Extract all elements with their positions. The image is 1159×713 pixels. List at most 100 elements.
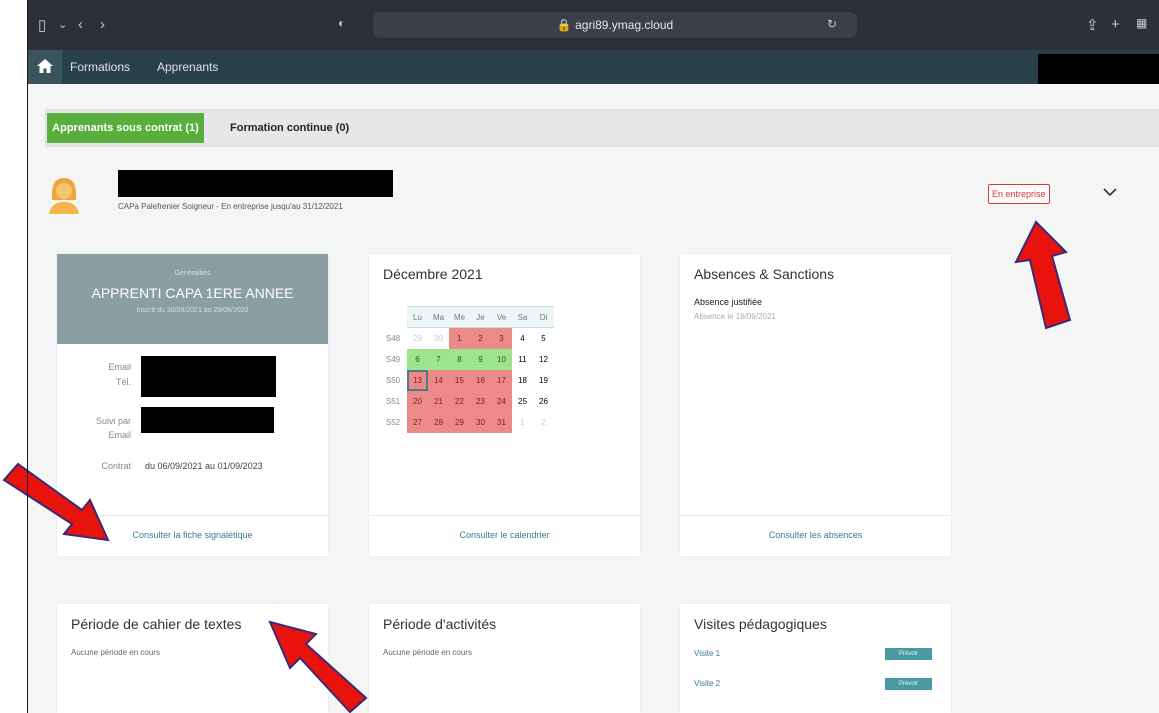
activites-title: Période d'activités <box>383 616 497 632</box>
generalites-header-dates: Inscrit du 30/09/2021 au 29/08/2022 <box>136 307 249 314</box>
visite-2-link[interactable]: Visite 2 <box>694 679 720 688</box>
redacted-suivi <box>141 407 274 433</box>
visite-1-prevoir-button[interactable]: Prévoir <box>885 648 932 660</box>
frame-border <box>27 0 28 713</box>
contrat-value: du 06/09/2021 au 01/09/2023 <box>145 461 263 471</box>
week-number: S50 <box>385 375 401 385</box>
calendar-day[interactable]: 3 <box>491 327 512 349</box>
new-tab-icon[interactable]: + <box>1111 16 1120 33</box>
calendar-day[interactable]: 18 <box>512 370 533 391</box>
calendar-day[interactable]: 23 <box>470 390 491 412</box>
suivi-label: Suivi par <box>95 416 131 426</box>
lock-icon: 🔒 <box>556 18 572 32</box>
day-header: Me <box>449 306 470 328</box>
day-header: Lu <box>407 306 428 328</box>
absence-item-date: Absence le 16/09/2021 <box>694 312 776 321</box>
calendar-day[interactable]: 6 <box>407 348 428 370</box>
home-button[interactable] <box>28 50 62 84</box>
calendar-week-row: S50 13 14 15 16 17 18 19 <box>379 369 554 391</box>
back-icon[interactable]: ‹ <box>78 16 83 33</box>
calendar-day[interactable]: 26 <box>533 391 554 412</box>
week-number: S51 <box>385 396 401 406</box>
calendar-day[interactable]: 13 <box>407 369 428 391</box>
calendar-day[interactable]: 17 <box>491 369 512 391</box>
calendar-day[interactable]: 29 <box>449 411 470 433</box>
tab-apprenants-sous-contrat[interactable]: Apprenants sous contrat (1) <box>47 113 204 143</box>
calendar-day[interactable]: 16 <box>470 369 491 391</box>
calendar-day[interactable]: 10 <box>491 348 512 370</box>
day-header: Je <box>470 306 491 328</box>
calendar-day[interactable]: 4 <box>512 328 533 349</box>
calendar-day[interactable]: 31 <box>491 411 512 433</box>
annotation-arrow-icon <box>2 462 110 542</box>
avatar <box>47 174 81 223</box>
reload-icon[interactable]: ↻ <box>827 17 837 31</box>
calendar-day[interactable]: 27 <box>407 411 428 433</box>
expand-button[interactable] <box>1103 184 1117 202</box>
nav-item-apprenants[interactable]: Apprenants <box>157 60 218 74</box>
calendar-day[interactable]: 11 <box>512 349 533 370</box>
day-header: Sa <box>512 306 533 328</box>
generalites-header-title: APPRENTI CAPA 1ERE ANNEE <box>91 285 294 301</box>
card-calendar: Décembre 2021 Lu Ma Me Je Ve Sa Di S48 29… <box>369 254 640 556</box>
calendar-day[interactable]: 7 <box>428 348 449 370</box>
absences-link[interactable]: Consulter les absences <box>680 530 951 540</box>
calendar-week-row: S51 20 21 22 23 24 25 26 <box>379 390 554 412</box>
nav-item-formations[interactable]: Formations <box>70 60 130 74</box>
cahier-text: Aucune période en cours <box>71 648 160 657</box>
calendar-day[interactable]: 24 <box>491 390 512 412</box>
calendar-week-row: S49 6 7 8 9 10 11 12 <box>379 348 554 370</box>
card-activites: Période d'activités Aucune période en co… <box>369 604 640 713</box>
generalites-header: Généralités APPRENTI CAPA 1ERE ANNEE Ins… <box>57 254 328 344</box>
tab-formation-continue[interactable]: Formation continue (0) <box>230 122 349 134</box>
calendar-day[interactable]: 1 <box>449 327 470 349</box>
home-icon <box>37 59 53 73</box>
card-absences: Absences & Sanctions Absence justifiée A… <box>680 254 951 556</box>
calendar-day[interactable]: 9 <box>470 348 491 370</box>
forward-icon[interactable]: › <box>100 16 105 33</box>
calendar-day[interactable]: 15 <box>449 369 470 391</box>
day-header: Ma <box>428 306 449 328</box>
calendar-day[interactable]: 30 <box>428 328 449 349</box>
annotation-arrow-icon <box>268 620 368 713</box>
address-bar[interactable]: 🔒 agri89.ymag.cloud ↻ <box>373 12 857 38</box>
cahier-title: Période de cahier de textes <box>71 616 242 632</box>
calendar-day[interactable]: 21 <box>428 390 449 412</box>
absences-title: Absences & Sanctions <box>694 266 835 282</box>
calendar-day[interactable]: 30 <box>470 411 491 433</box>
calendar-day[interactable]: 14 <box>428 369 449 391</box>
apprenant-tabs: Apprenants sous contrat (1) Formation co… <box>45 109 1159 147</box>
sidebar-icon[interactable]: ▯ <box>38 16 46 34</box>
week-number: S48 <box>385 333 401 343</box>
email-label: Email <box>108 362 131 372</box>
redacted-user-area <box>1038 54 1159 84</box>
calendar-day[interactable]: 29 <box>407 328 428 349</box>
calendrier-link[interactable]: Consulter le calendrier <box>369 530 640 540</box>
calendar-day[interactable]: 12 <box>533 349 554 370</box>
calendar-day[interactable]: 5 <box>533 328 554 349</box>
chevron-down-icon[interactable]: ⌄ <box>58 18 67 31</box>
absence-item-title: Absence justifiée <box>694 297 763 307</box>
calendar-day[interactable]: 1 <box>512 412 533 433</box>
annotation-arrow-icon <box>1014 220 1072 330</box>
calendar-day[interactable]: 25 <box>512 391 533 412</box>
calendar-day[interactable]: 20 <box>407 390 428 412</box>
visite-2-prevoir-button[interactable]: Prévoir <box>885 678 932 690</box>
calendar-day[interactable]: 28 <box>428 411 449 433</box>
day-header: Di <box>533 306 554 328</box>
activites-text: Aucune période en cours <box>383 648 472 657</box>
calendar-day[interactable]: 22 <box>449 390 470 412</box>
visite-1-link[interactable]: Visite 1 <box>694 649 720 658</box>
tabs-overview-icon[interactable]: ▦ <box>1136 16 1147 30</box>
calendar-header-row: Lu Ma Me Je Ve Sa Di <box>379 306 554 328</box>
week-number: S52 <box>385 417 401 427</box>
user-avatar-icon <box>49 178 79 214</box>
share-icon[interactable]: ⇪ <box>1086 16 1099 34</box>
calendar-day[interactable]: 8 <box>449 348 470 370</box>
calendar-day[interactable]: 19 <box>533 370 554 391</box>
email2-label: Email <box>108 430 131 440</box>
calendar-day[interactable]: 2 <box>470 327 491 349</box>
browser-toolbar: ▯ ⌄ ‹ › ◐ 🔒 agri89.ymag.cloud ↻ ⇪ + ▦ <box>28 0 1159 50</box>
calendar-day[interactable]: 2 <box>533 412 554 433</box>
shield-icon[interactable]: ◐ <box>338 16 345 30</box>
